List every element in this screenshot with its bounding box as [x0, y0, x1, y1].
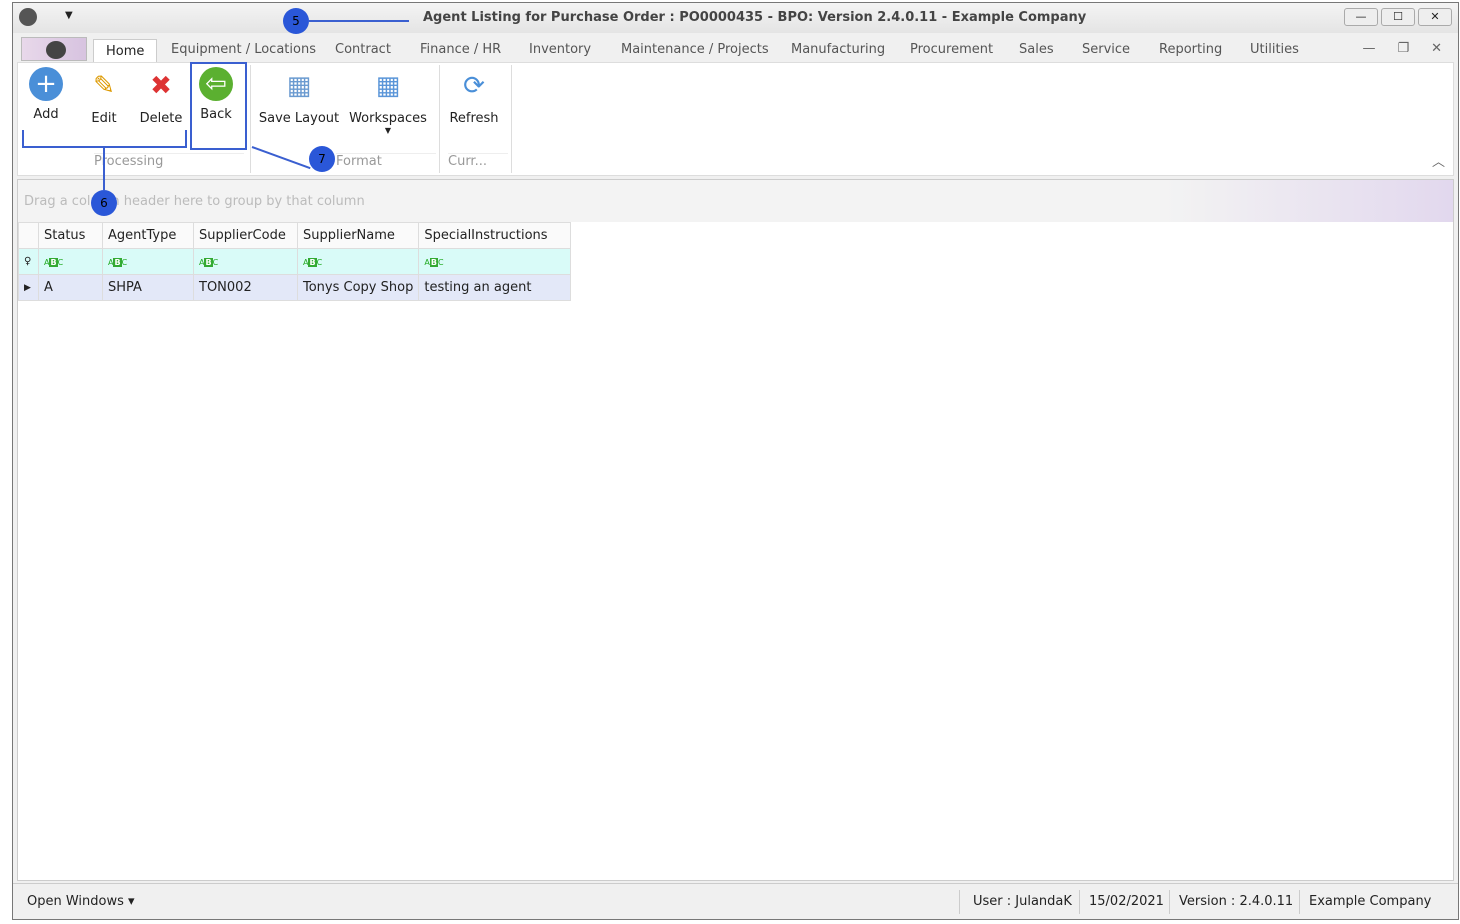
app-menu-button[interactable]	[21, 37, 87, 61]
tab-finance-hr[interactable]: Finance / HR	[420, 42, 501, 57]
workspaces-button[interactable]: ▦ Workspaces ▼	[348, 67, 428, 135]
cell-suppliercode[interactable]: TON002	[193, 274, 298, 301]
annotation-5: 5	[283, 8, 309, 34]
annotation-bracket	[22, 130, 187, 148]
agent-grid: Drag a column header here to group by th…	[17, 179, 1454, 881]
delete-button[interactable]: ✖ Delete	[136, 67, 186, 126]
group-by-panel[interactable]: Drag a column header here to group by th…	[18, 180, 1453, 222]
group-processing: Processing	[94, 153, 244, 175]
collapse-ribbon-icon[interactable]: ︿	[1432, 151, 1445, 170]
annotation-line	[103, 146, 105, 190]
app-icon[interactable]	[19, 8, 37, 26]
edit-button[interactable]: ✎ Edit	[84, 67, 124, 126]
annotation-arrow	[309, 20, 409, 22]
add-button[interactable]: + Add	[26, 67, 66, 122]
maximize-button[interactable]: ☐	[1381, 8, 1415, 26]
status-user: User : JulandaK	[973, 894, 1072, 909]
table-row[interactable]: ▶ A SHPA TON002 Tonys Copy Shop testing …	[18, 274, 572, 301]
row-indicator-icon: ▶	[18, 274, 39, 301]
annotation-back-box	[190, 62, 247, 150]
open-windows-menu[interactable]: Open Windows ▾	[27, 894, 135, 909]
mdi-restore-icon[interactable]: ❐	[1397, 41, 1409, 56]
filter-cell[interactable]: ABC	[102, 248, 194, 275]
column-header-specialinstructions[interactable]: SpecialInstructions	[418, 222, 572, 249]
window-title: Agent Listing for Purchase Order : PO000…	[423, 10, 1087, 25]
cell-agenttype[interactable]: SHPA	[102, 274, 194, 301]
tab-reporting[interactable]: Reporting	[1159, 42, 1222, 57]
tab-equipment-locations[interactable]: Equipment / Locations	[171, 42, 316, 57]
save-layout-icon: ▦	[286, 71, 312, 101]
add-icon: +	[29, 67, 63, 101]
cell-suppliername[interactable]: Tonys Copy Shop	[296, 274, 420, 301]
status-bar: Open Windows ▾ User : JulandaK 15/02/202…	[13, 883, 1458, 919]
tab-service[interactable]: Service	[1082, 42, 1130, 57]
tab-maintenance-projects[interactable]: Maintenance / Projects	[621, 42, 769, 57]
workspaces-icon: ▦	[375, 71, 401, 101]
annotation-7: 7	[309, 146, 335, 172]
save-layout-button[interactable]: ▦ Save Layout	[258, 67, 340, 126]
group-format: Format	[336, 153, 436, 175]
tab-sales[interactable]: Sales	[1019, 42, 1054, 57]
refresh-icon: ⟳	[463, 71, 485, 101]
tab-manufacturing[interactable]: Manufacturing	[791, 42, 885, 57]
column-header-status[interactable]: Status	[38, 222, 103, 249]
cell-specialinstructions[interactable]: testing an agent	[418, 274, 572, 301]
mdi-close-icon[interactable]: ✕	[1431, 41, 1442, 56]
group-curr: Curr...	[448, 153, 508, 175]
filter-cell[interactable]: ABC	[38, 248, 103, 275]
edit-pencil-icon: ✎	[93, 71, 115, 101]
tab-inventory[interactable]: Inventory	[529, 42, 591, 57]
column-header-suppliername[interactable]: SupplierName	[296, 222, 420, 249]
delete-x-icon: ✖	[150, 71, 172, 101]
minimize-button[interactable]: —	[1344, 8, 1378, 26]
status-date: 15/02/2021	[1089, 894, 1164, 909]
status-company: Example Company	[1309, 894, 1432, 909]
tab-procurement[interactable]: Procurement	[910, 42, 993, 57]
status-version: Version : 2.4.0.11	[1179, 894, 1294, 909]
cell-status[interactable]: A	[38, 274, 103, 301]
filter-cell[interactable]: ABC	[418, 248, 572, 275]
ribbon-tabs: Home Equipment / Locations Contract Fina…	[13, 35, 1458, 63]
filter-row-icon: ♀	[18, 248, 39, 275]
annotation-6: 6	[91, 190, 117, 216]
tab-home[interactable]: Home	[93, 39, 158, 63]
refresh-button[interactable]: ⟳ Refresh	[446, 67, 502, 126]
filter-cell[interactable]: ABC	[193, 248, 298, 275]
title-bar: ▼ Agent Listing for Purchase Order : PO0…	[13, 3, 1458, 33]
filter-cell[interactable]: ABC	[296, 248, 420, 275]
quick-access-dropdown-icon[interactable]: ▼	[65, 10, 73, 21]
close-button[interactable]: ✕	[1418, 8, 1452, 26]
mdi-minimize-icon[interactable]: —	[1362, 41, 1375, 56]
column-header-agenttype[interactable]: AgentType	[102, 222, 194, 249]
tab-utilities[interactable]: Utilities	[1250, 42, 1299, 57]
column-header-suppliercode[interactable]: SupplierCode	[193, 222, 298, 249]
tab-contract[interactable]: Contract	[335, 42, 391, 57]
